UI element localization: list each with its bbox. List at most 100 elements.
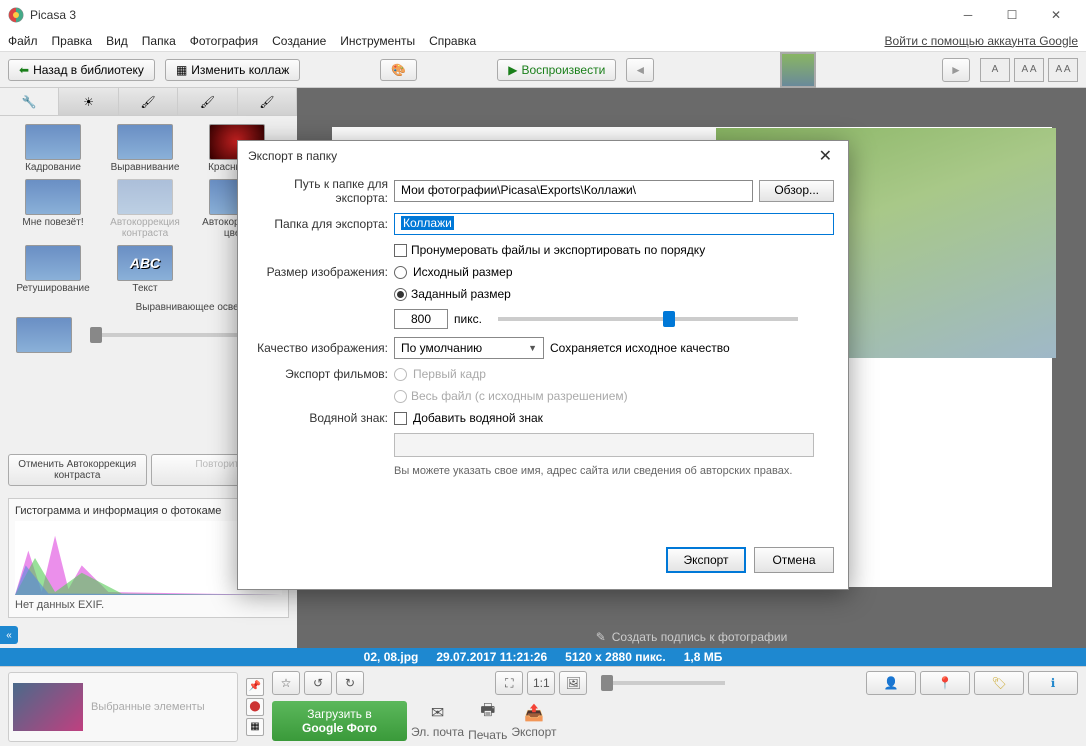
quality-note: Сохраняется исходное качество	[550, 341, 730, 355]
export-cancel-button[interactable]: Отмена	[754, 547, 834, 573]
tray-menu-button[interactable]: ▦	[246, 718, 264, 736]
places-button[interactable]: 📍	[920, 671, 970, 695]
effect-retouch[interactable]: Ретуширование	[8, 245, 98, 294]
selection-label: Выбранные элементы	[91, 701, 205, 713]
dialog-titlebar: Экспорт в папку ✕	[238, 141, 848, 171]
maximize-button[interactable]: ☐	[990, 1, 1034, 29]
caption-icon: ✎	[596, 630, 606, 644]
tab-brush1[interactable]: 🖌	[119, 88, 178, 115]
dialog-close-button[interactable]: ✕	[813, 146, 838, 166]
signin-link[interactable]: Войти с помощью аккаунта Google	[885, 34, 1078, 48]
menu-photo[interactable]: Фотография	[190, 34, 258, 48]
path-label: Путь к папке для экспорта:	[252, 177, 388, 205]
next-photo-button[interactable]: ►	[942, 58, 970, 82]
caption-bar[interactable]: ✎Создать подпись к фотографии	[297, 626, 1086, 648]
back-to-library-button[interactable]: ⬅Назад в библиотеку	[8, 59, 155, 81]
fit-button[interactable]: ⛶	[495, 671, 523, 695]
menu-file[interactable]: Файл	[8, 34, 38, 48]
path-input[interactable]: Мои фотографии\Picasa\Exports\Коллажи\	[394, 180, 753, 202]
menu-help[interactable]: Справка	[429, 34, 476, 48]
collage-icon: ▦	[176, 63, 187, 77]
browse-button[interactable]: Обзор...	[759, 180, 834, 202]
info-bar: 02, 08.jpg 29.07.2017 11:21:26 5120 x 28…	[0, 648, 1086, 666]
undo-button[interactable]: Отменить Автокоррекция контраста	[8, 454, 147, 486]
no-exif-label: Нет данных EXIF.	[15, 599, 282, 611]
export-ok-button[interactable]: Экспорт	[666, 547, 746, 573]
star-button[interactable]: ☆	[272, 671, 300, 695]
minimize-button[interactable]: ─	[946, 1, 990, 29]
palette-button[interactable]: 🎨	[380, 59, 417, 81]
zoom-thumb-button[interactable]: 🖼	[559, 671, 587, 695]
effect-crop[interactable]: Кадрование	[8, 124, 98, 173]
upload-button[interactable]: Загрузить вGoogle Фото	[272, 701, 407, 741]
size-pixels-input[interactable]	[394, 309, 448, 329]
print-button[interactable]: 🖶Печать	[468, 699, 507, 742]
wrench-icon: 🔧	[22, 95, 37, 109]
info-size: 1,8 МБ	[684, 650, 723, 664]
brush-blue-icon: 🖌	[259, 95, 274, 109]
tab-brush2[interactable]: 🖌	[178, 88, 237, 115]
back-arrow-icon: ⬅	[19, 63, 29, 77]
toolbar: ⬅Назад в библиотеку ▦Изменить коллаж 🎨 ▶…	[0, 52, 1086, 88]
tags-button[interactable]: 🏷	[974, 671, 1024, 695]
titlebar: Picasa 3 ─ ☐ ✕	[0, 0, 1086, 30]
size-original-radio[interactable]	[394, 266, 407, 279]
edit-collage-button[interactable]: ▦Изменить коллаж	[165, 59, 300, 81]
people-button[interactable]: 👤	[866, 671, 916, 695]
effect-text[interactable]: ABCТекст	[100, 245, 190, 294]
menu-view[interactable]: Вид	[106, 34, 128, 48]
rotate-right-button[interactable]: ↻	[336, 671, 364, 695]
menu-tools[interactable]: Инструменты	[340, 34, 415, 48]
expand-handle[interactable]: «	[0, 626, 18, 644]
sun-icon: ☀	[83, 95, 94, 109]
email-button[interactable]: ✉Эл. почта	[411, 703, 464, 739]
quality-label: Качество изображения:	[252, 341, 388, 355]
wm-label: Водяной знак:	[252, 411, 388, 425]
folder-input[interactable]: Коллажи	[394, 213, 834, 235]
prev-photo-button[interactable]: ◄	[626, 58, 654, 82]
aspect-aa2-button[interactable]: A A	[1048, 58, 1078, 82]
px-label: пикс.	[454, 312, 482, 326]
watermark-checkbox[interactable]	[394, 412, 407, 425]
tab-basic[interactable]: 🔧	[0, 88, 59, 115]
actual-size-button[interactable]: 1:1	[527, 671, 555, 695]
clear-button[interactable]: ⬤	[246, 698, 264, 716]
number-files-checkbox[interactable]	[394, 244, 407, 257]
tool-tabs: 🔧 ☀ 🖌 🖌 🖌	[0, 88, 297, 116]
info-button[interactable]: ℹ	[1028, 671, 1078, 695]
size-slider[interactable]	[498, 317, 798, 321]
folder-label: Папка для экспорта:	[252, 217, 388, 231]
size-custom-radio[interactable]	[394, 288, 407, 301]
info-date: 29.07.2017 11:21:26	[436, 650, 547, 664]
export-icon: 📤	[524, 703, 544, 723]
bottom-bar: Выбранные элементы 📌 ⬤ ▦ ☆ ↺ ↻ ⛶ 1:1 🖼 👤…	[0, 666, 1086, 746]
menu-folder[interactable]: Папка	[142, 34, 176, 48]
aspect-a-button[interactable]: A	[980, 58, 1010, 82]
size-label: Размер изображения:	[252, 265, 388, 279]
quality-combo[interactable]: По умолчанию▼	[394, 337, 544, 359]
photo-icon: 🖼	[566, 676, 581, 690]
current-thumb[interactable]	[780, 52, 816, 88]
menu-edit[interactable]: Правка	[52, 34, 93, 48]
close-button[interactable]: ✕	[1034, 1, 1078, 29]
tab-brush3[interactable]: 🖌	[238, 88, 297, 115]
play-button[interactable]: ▶Воспроизвести	[497, 59, 616, 81]
palette-icon: 🎨	[391, 63, 406, 77]
aspect-aa-button[interactable]: A A	[1014, 58, 1044, 82]
export-button[interactable]: 📤Экспорт	[511, 703, 556, 739]
effect-lucky[interactable]: Мне повезёт!	[8, 179, 98, 239]
selection-thumb[interactable]	[13, 683, 83, 731]
movies-whole-radio	[394, 390, 407, 403]
movies-first-radio	[394, 368, 407, 381]
menu-create[interactable]: Создание	[272, 34, 326, 48]
chevron-down-icon: ▼	[528, 343, 537, 353]
tab-light[interactable]: ☀	[59, 88, 118, 115]
pin-button[interactable]: 📌	[246, 678, 264, 696]
watermark-cb-label: Добавить водяной знак	[413, 411, 543, 425]
export-dialog: Экспорт в папку ✕ Путь к папке для экспо…	[237, 140, 849, 590]
play-icon: ▶	[508, 63, 517, 77]
info-filename: 02, 08.jpg	[364, 650, 419, 664]
rotate-left-button[interactable]: ↺	[304, 671, 332, 695]
effect-straighten[interactable]: Выравнивание	[100, 124, 190, 173]
effect-autocontrast[interactable]: Автокоррекция контраста	[100, 179, 190, 239]
